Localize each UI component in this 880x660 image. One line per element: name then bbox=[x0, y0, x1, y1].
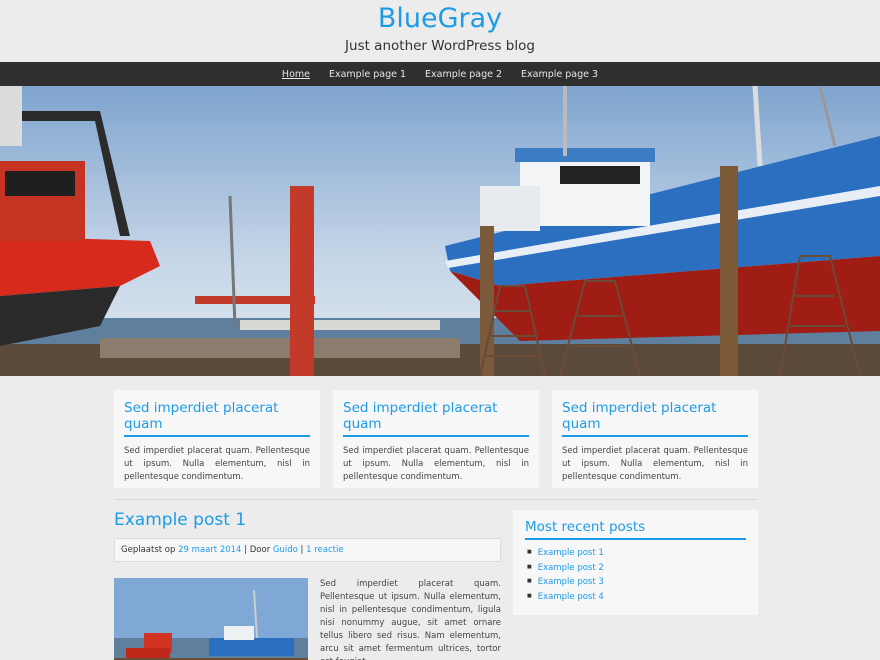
recent-post-link[interactable]: Example post 1 bbox=[527, 547, 746, 562]
main-area: Example post 1 Geplaatst op 29 maart 201… bbox=[0, 500, 880, 660]
recent-post-link[interactable]: Example post 2 bbox=[527, 562, 746, 577]
site-title[interactable]: BlueGray bbox=[0, 3, 880, 35]
feature-box: Sed imperdiet placerat quam Sed imperdie… bbox=[552, 390, 758, 488]
post-body: Sed imperdiet placerat quam. Pellentesqu… bbox=[114, 578, 501, 660]
feature-box: Sed imperdiet placerat quam Sed imperdie… bbox=[333, 390, 539, 488]
post-author-link[interactable]: Guido bbox=[273, 545, 298, 555]
nav-item-home[interactable]: Home bbox=[272, 69, 319, 80]
sidebar: Most recent posts Example post 1 Example… bbox=[513, 510, 758, 660]
widget-title: Most recent posts bbox=[525, 519, 746, 540]
post-meta-prefix: Geplaatst op bbox=[121, 545, 176, 555]
main-nav: Home Example page 1 Example page 2 Examp… bbox=[0, 62, 880, 86]
hero-image bbox=[0, 86, 880, 376]
feature-title[interactable]: Sed imperdiet placerat quam bbox=[562, 400, 748, 437]
post-date-link[interactable]: 29 maart 2014 bbox=[178, 545, 241, 555]
feature-title[interactable]: Sed imperdiet placerat quam bbox=[124, 400, 310, 437]
site-tagline: Just another WordPress blog bbox=[345, 38, 535, 54]
post-meta-separator: | bbox=[300, 545, 304, 555]
feature-title[interactable]: Sed imperdiet placerat quam bbox=[343, 400, 529, 437]
feature-box: Sed imperdiet placerat quam Sed imperdie… bbox=[114, 390, 320, 488]
recent-posts-list: Example post 1 Example post 2 Example po… bbox=[525, 547, 746, 605]
site-header: BlueGray Just another WordPress blog bbox=[0, 0, 880, 62]
recent-post-link[interactable]: Example post 4 bbox=[527, 591, 746, 606]
post-thumbnail[interactable] bbox=[114, 578, 308, 660]
feature-boxes: Sed imperdiet placerat quam Sed imperdie… bbox=[0, 376, 880, 488]
post-excerpt: Sed imperdiet placerat quam. Pellentesqu… bbox=[320, 579, 501, 660]
post-meta-by: | Door bbox=[244, 545, 271, 555]
feature-text: Sed imperdiet placerat quam. Pellentesqu… bbox=[562, 446, 748, 482]
nav-item-example-page-1[interactable]: Example page 1 bbox=[319, 69, 415, 80]
nav-item-example-page-3[interactable]: Example page 3 bbox=[512, 69, 608, 80]
nav-item-example-page-2[interactable]: Example page 2 bbox=[416, 69, 512, 80]
recent-post-link[interactable]: Example post 3 bbox=[527, 576, 746, 591]
feature-text: Sed imperdiet placerat quam. Pellentesqu… bbox=[343, 446, 529, 482]
post-article: Example post 1 Geplaatst op 29 maart 201… bbox=[114, 510, 501, 660]
feature-text: Sed imperdiet placerat quam. Pellentesqu… bbox=[124, 446, 310, 482]
post-title[interactable]: Example post 1 bbox=[114, 510, 501, 530]
post-meta: Geplaatst op 29 maart 2014 | Door Guido … bbox=[114, 538, 501, 562]
post-thumbnail-image bbox=[114, 578, 308, 660]
recent-posts-widget: Most recent posts Example post 1 Example… bbox=[513, 510, 758, 615]
hero-harbor-illustration bbox=[0, 86, 880, 376]
post-comments-link[interactable]: 1 reactie bbox=[306, 545, 343, 555]
